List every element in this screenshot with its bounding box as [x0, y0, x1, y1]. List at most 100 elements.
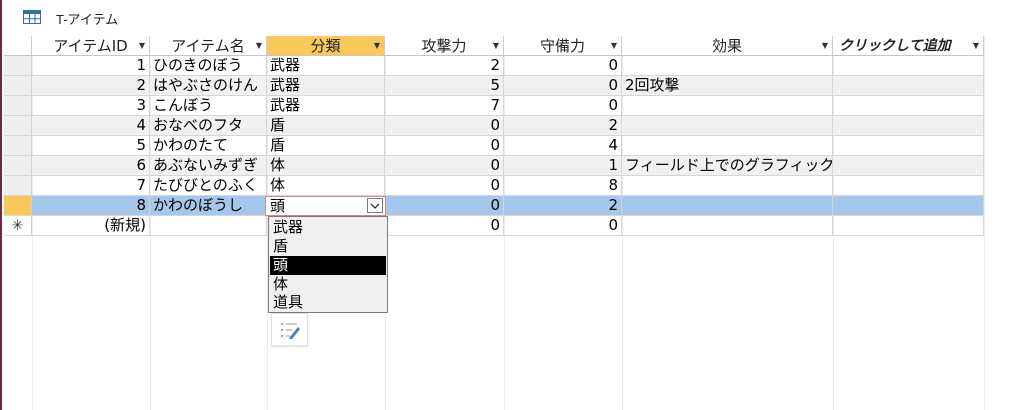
table-row[interactable]: 6 あぶないみずぎ 体 0 1 フィールド上でのグラフィック	[32, 156, 984, 176]
cell-add[interactable]	[833, 136, 984, 155]
cell-defense[interactable]: 0	[504, 216, 622, 235]
cell-item-id-new[interactable]: (新規)	[32, 216, 150, 235]
cell-item-name[interactable]: ひのきのぼう	[150, 56, 267, 75]
column-header-attack[interactable]: 攻撃力 ▼	[385, 36, 504, 56]
object-tab[interactable]: T-アイテム	[2, 0, 1012, 36]
cell-item-name[interactable]: あぶないみずぎ	[150, 156, 267, 175]
cell-item-id[interactable]: 7	[32, 176, 150, 195]
new-record-selector[interactable]: ✳	[4, 216, 32, 236]
cell-attack[interactable]: 0	[385, 176, 504, 195]
cell-category[interactable]: 武器	[267, 96, 385, 115]
table-row-current[interactable]: 8 かわのぼうし 0 2	[32, 196, 984, 216]
datasheet-grid[interactable]: アイテムID ▼ アイテム名 ▼ 分類 ▼ 攻撃力 ▼ 守備力 ▼ 効果 ▼ ク…	[2, 36, 1012, 410]
record-selector[interactable]	[4, 76, 32, 96]
sort-filter-arrow-icon[interactable]: ▼	[139, 41, 145, 51]
cell-item-name[interactable]: こんぼう	[150, 96, 267, 115]
cell-category[interactable]: 体	[267, 156, 385, 175]
dropdown-option[interactable]: 体	[270, 275, 386, 294]
cell-defense[interactable]: 8	[504, 176, 622, 195]
column-header-defense[interactable]: 守備力 ▼	[504, 36, 622, 56]
cell-item-id[interactable]: 8	[32, 196, 150, 215]
sort-filter-arrow-icon[interactable]: ▼	[822, 41, 828, 51]
cell-add[interactable]	[833, 196, 984, 215]
cell-effect[interactable]	[622, 136, 833, 155]
column-header-click-to-add[interactable]: クリックして追加 ▼	[833, 36, 984, 56]
cell-effect[interactable]	[622, 176, 833, 195]
cell-effect[interactable]	[622, 96, 833, 115]
cell-effect[interactable]	[622, 116, 833, 135]
table-row[interactable]: 2 はやぶさのけん 武器 5 0 2回攻撃	[32, 76, 984, 96]
cell-attack[interactable]: 0	[385, 116, 504, 135]
cell-item-name[interactable]	[150, 216, 267, 235]
cell-attack[interactable]: 2	[385, 56, 504, 75]
record-selector[interactable]	[4, 116, 32, 136]
sort-filter-arrow-icon[interactable]: ▼	[374, 41, 380, 51]
cell-item-name[interactable]: かわのたて	[150, 136, 267, 155]
cell-effect[interactable]: フィールド上でのグラフィック	[622, 156, 833, 175]
record-selector[interactable]	[4, 96, 32, 116]
table-row[interactable]: 7 たびびとのふく 体 0 8	[32, 176, 984, 196]
category-combo-box[interactable]: 頭	[265, 196, 386, 216]
record-selector[interactable]	[4, 176, 32, 196]
table-row[interactable]: 3 こんぼう 武器 7 0	[32, 96, 984, 116]
cell-category[interactable]: 武器	[267, 76, 385, 95]
cell-add[interactable]	[833, 116, 984, 135]
cell-defense[interactable]: 2	[504, 116, 622, 135]
cell-attack[interactable]: 0	[385, 196, 504, 215]
cell-attack[interactable]: 7	[385, 96, 504, 115]
sort-filter-arrow-icon[interactable]: ▼	[493, 41, 499, 51]
record-selector[interactable]	[4, 56, 32, 76]
cell-add[interactable]	[833, 156, 984, 175]
new-record-row[interactable]: (新規) 0 0	[32, 216, 984, 236]
cell-attack[interactable]: 0	[385, 136, 504, 155]
cell-add[interactable]	[833, 176, 984, 195]
record-selector[interactable]	[4, 156, 32, 176]
cell-item-id[interactable]: 5	[32, 136, 150, 155]
cell-defense[interactable]: 1	[504, 156, 622, 175]
cell-item-id[interactable]: 3	[32, 96, 150, 115]
record-selector-current[interactable]	[4, 196, 32, 216]
cell-item-id[interactable]: 1	[32, 56, 150, 75]
cell-item-id[interactable]: 6	[32, 156, 150, 175]
dropdown-option[interactable]: 道具	[270, 293, 386, 312]
cell-defense[interactable]: 0	[504, 96, 622, 115]
cell-effect[interactable]	[622, 196, 833, 215]
cell-effect[interactable]: 2回攻撃	[622, 76, 833, 95]
category-dropdown-list[interactable]: 武器 盾 頭 体 道具	[268, 216, 388, 313]
cell-defense[interactable]: 4	[504, 136, 622, 155]
cell-defense[interactable]: 0	[504, 56, 622, 75]
column-header-category[interactable]: 分類 ▼	[267, 36, 385, 56]
cell-attack[interactable]: 5	[385, 76, 504, 95]
cell-category[interactable]: 盾	[267, 136, 385, 155]
table-row[interactable]: 5 かわのたて 盾 0 4	[32, 136, 984, 156]
dropdown-option[interactable]: 盾	[270, 237, 386, 256]
column-header-effect[interactable]: 効果 ▼	[622, 36, 833, 56]
cell-effect[interactable]	[622, 56, 833, 75]
column-header-item-name[interactable]: アイテム名 ▼	[150, 36, 267, 56]
chevron-down-icon[interactable]	[367, 198, 383, 213]
cell-item-id[interactable]: 4	[32, 116, 150, 135]
cell-add[interactable]	[833, 56, 984, 75]
cell-category[interactable]: 武器	[267, 56, 385, 75]
cell-add[interactable]	[833, 96, 984, 115]
dropdown-option-selected[interactable]: 頭	[270, 256, 386, 275]
cell-add[interactable]	[833, 216, 984, 235]
dropdown-option[interactable]: 武器	[270, 218, 386, 237]
cell-item-id[interactable]: 2	[32, 76, 150, 95]
column-header-item-id[interactable]: アイテムID ▼	[32, 36, 150, 56]
cell-attack[interactable]: 0	[385, 216, 504, 235]
select-all-corner[interactable]	[4, 36, 32, 56]
cell-defense[interactable]: 0	[504, 76, 622, 95]
smart-tag-button[interactable]	[271, 313, 308, 346]
cell-attack[interactable]: 0	[385, 156, 504, 175]
cell-defense[interactable]: 2	[504, 196, 622, 215]
table-row[interactable]: 1 ひのきのぼう 武器 2 0	[32, 56, 984, 76]
cell-item-name[interactable]: たびびとのふく	[150, 176, 267, 195]
cell-item-name[interactable]: はやぶさのけん	[150, 76, 267, 95]
sort-filter-arrow-icon[interactable]: ▼	[611, 41, 617, 51]
cell-effect[interactable]	[622, 216, 833, 235]
cell-add[interactable]	[833, 76, 984, 95]
cell-item-name[interactable]: かわのぼうし	[150, 196, 267, 215]
record-selector[interactable]	[4, 136, 32, 156]
sort-filter-arrow-icon[interactable]: ▼	[973, 41, 979, 51]
